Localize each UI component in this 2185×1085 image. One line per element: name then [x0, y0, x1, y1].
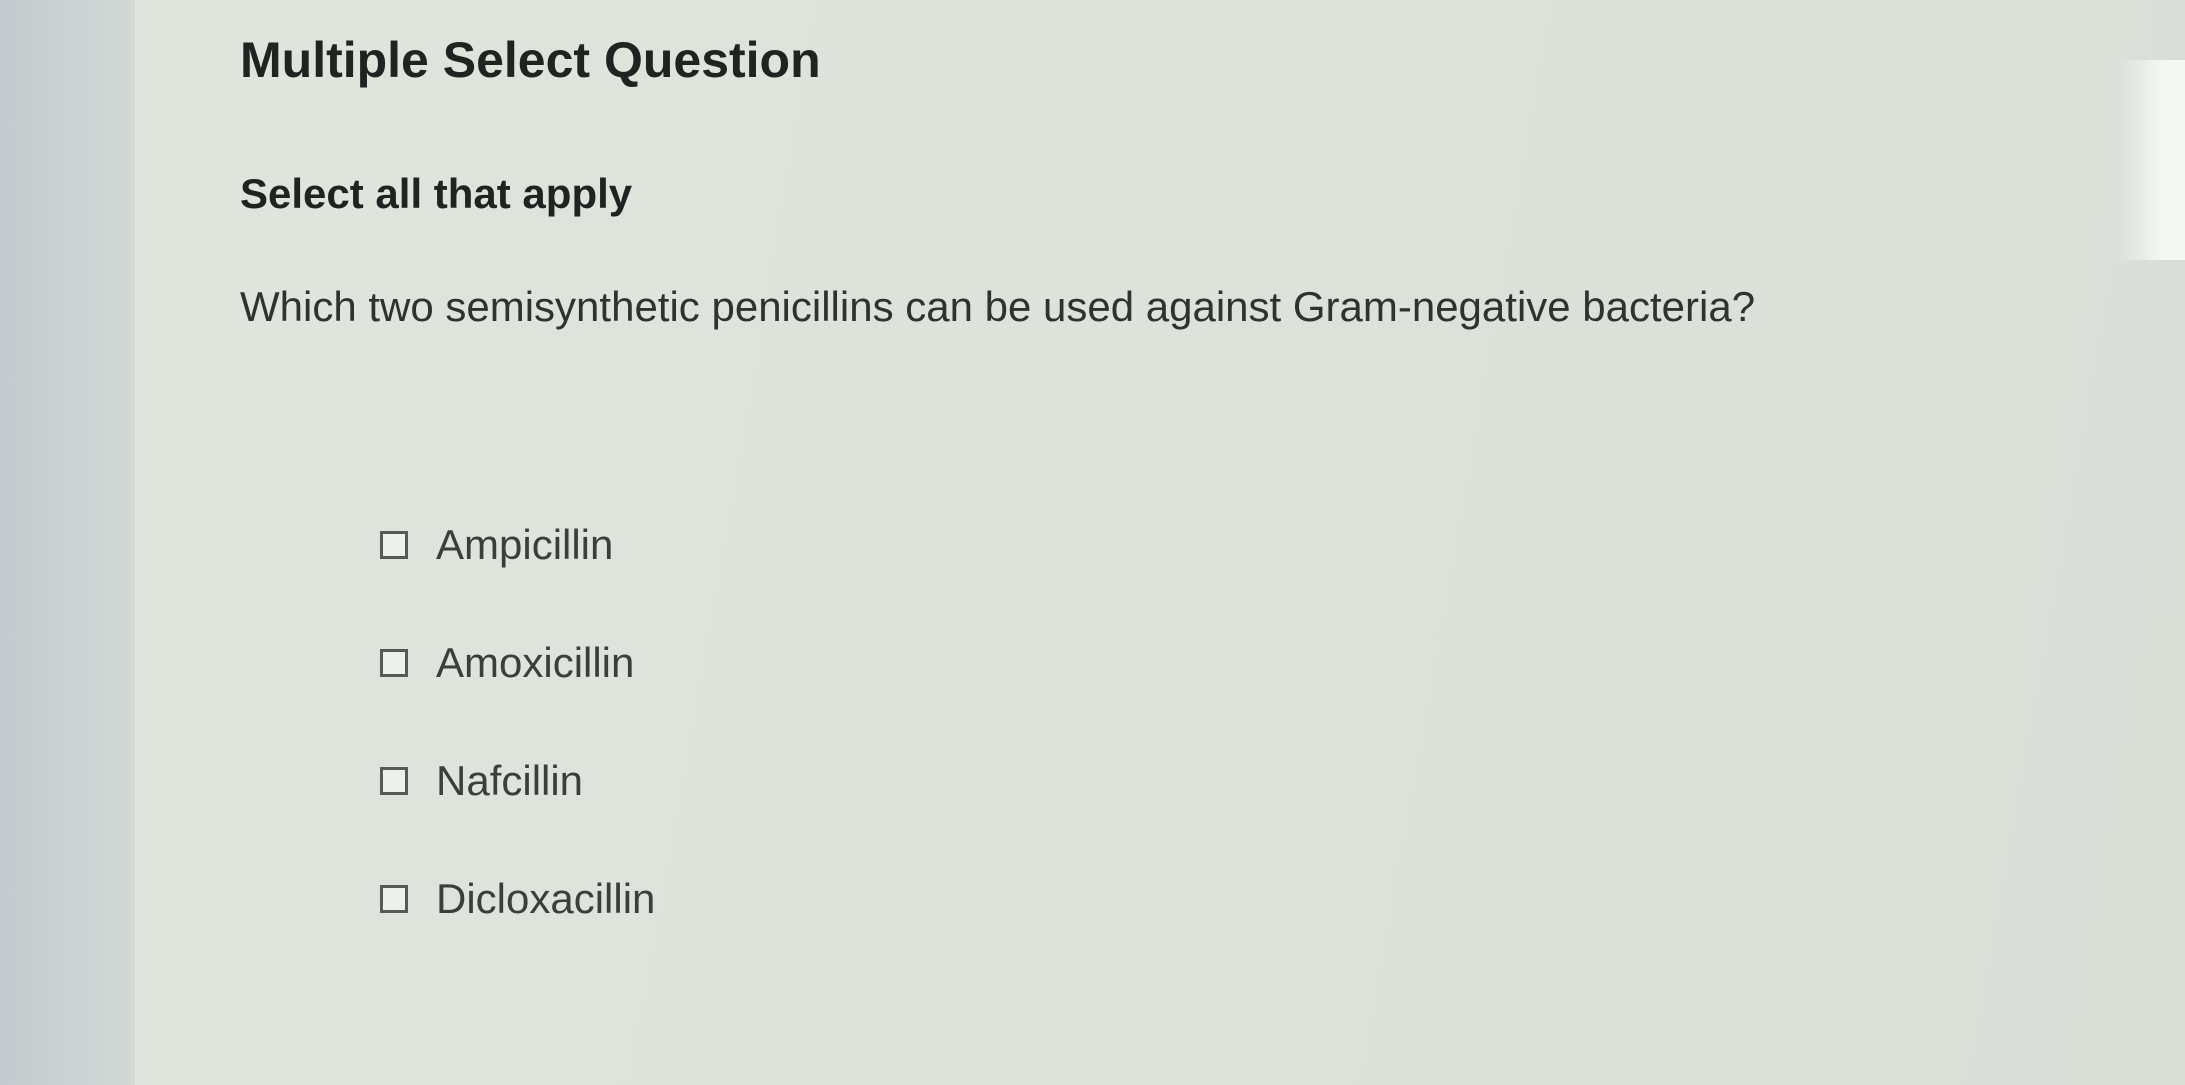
- option-label[interactable]: Amoxicillin: [436, 635, 634, 691]
- question-type-title: Multiple Select Question: [240, 32, 821, 88]
- option-amoxicillin[interactable]: Amoxicillin: [380, 633, 655, 693]
- checkbox[interactable]: [380, 767, 408, 795]
- question-prompt: Which two semisynthetic penicillins can …: [240, 283, 1756, 330]
- checkbox[interactable]: [380, 649, 408, 677]
- checkbox[interactable]: [380, 885, 408, 913]
- instruction-text: Select all that apply: [240, 170, 633, 217]
- checkbox[interactable]: [380, 531, 408, 559]
- screen-glare: [2115, 60, 2185, 260]
- option-label[interactable]: Nafcillin: [436, 753, 583, 809]
- option-nafcillin[interactable]: Nafcillin: [380, 751, 655, 811]
- option-dicloxacillin[interactable]: Dicloxacillin: [380, 869, 655, 929]
- background-left-strip: [0, 0, 135, 1085]
- option-label[interactable]: Dicloxacillin: [436, 871, 655, 927]
- option-ampicillin[interactable]: Ampicillin: [380, 515, 655, 575]
- option-label[interactable]: Ampicillin: [436, 517, 613, 573]
- answer-options: Ampicillin Amoxicillin Nafcillin Dicloxa…: [380, 515, 655, 987]
